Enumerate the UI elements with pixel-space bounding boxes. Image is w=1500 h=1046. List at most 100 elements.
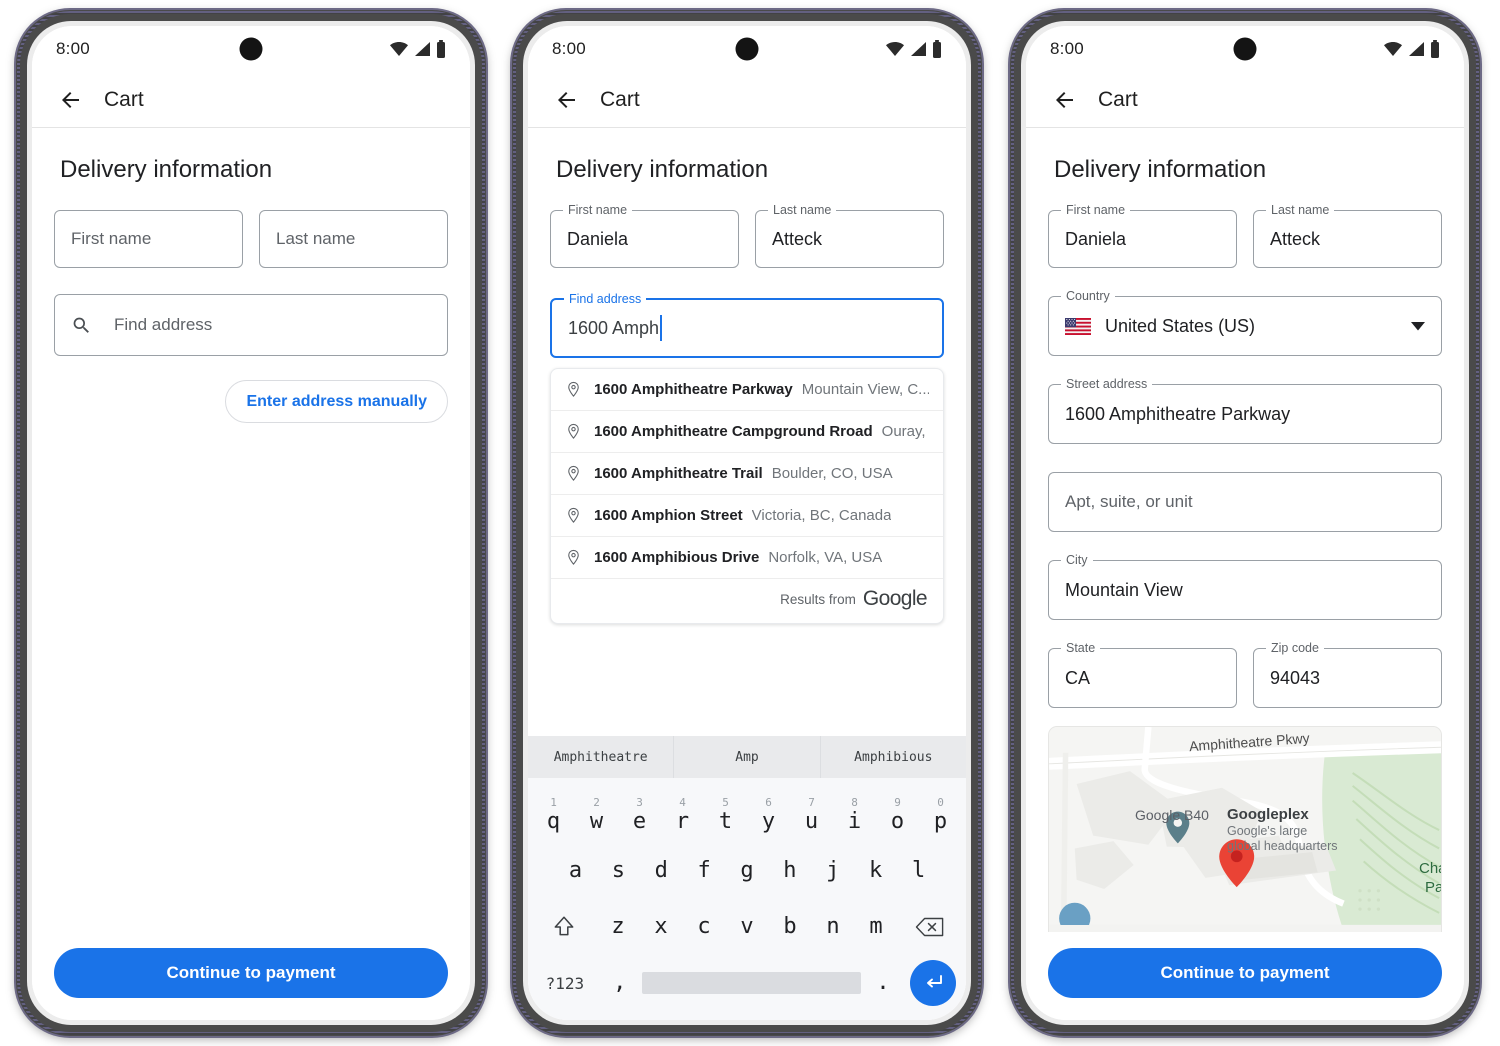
spacebar	[641, 972, 862, 994]
key-num: 2	[593, 795, 600, 809]
enter-address-manually-button[interactable]: Enter address manually	[225, 380, 448, 423]
state-field[interactable]: State CA	[1048, 641, 1237, 708]
key-w[interactable]: 2w	[575, 788, 618, 842]
key-y[interactable]: 6y	[747, 788, 790, 842]
phone-screen-3: 8:00 Cart Delivery information First nam…	[1021, 21, 1469, 1025]
suggestion-main: 1600 Amphitheatre Trail	[594, 465, 763, 482]
list-item[interactable]: 1600 Amphitheatre Trail Boulder, CO, USA	[551, 453, 943, 495]
period-key[interactable]: .	[861, 956, 905, 1010]
key-m[interactable]: m	[855, 900, 898, 954]
key-char: x	[654, 914, 668, 939]
key-char: i	[847, 808, 862, 834]
space-key[interactable]	[641, 956, 862, 1010]
key-k[interactable]: k	[854, 844, 897, 898]
continue-to-payment-button[interactable]: Continue to payment	[1048, 948, 1442, 998]
key-v[interactable]: v	[726, 900, 769, 954]
key-g[interactable]: g	[726, 844, 769, 898]
key-d[interactable]: d	[640, 844, 683, 898]
us-flag-icon	[1065, 317, 1091, 335]
backspace-key[interactable]	[898, 900, 963, 954]
key-f[interactable]: f	[683, 844, 726, 898]
city-field[interactable]: City Mountain View	[1048, 553, 1442, 620]
country-select[interactable]: Country United States (US)	[1048, 289, 1442, 356]
chevron-down-icon[interactable]	[1411, 321, 1425, 331]
shift-key[interactable]	[532, 900, 597, 954]
back-button[interactable]	[52, 81, 90, 119]
suggestion-sub: Boulder, CO, USA	[771, 465, 893, 482]
list-item[interactable]: 1600 Amphitheatre Campground Rroad Ouray…	[551, 411, 943, 453]
footer-3: Continue to payment	[1026, 932, 1464, 1020]
key-x[interactable]: x	[640, 900, 683, 954]
back-button[interactable]	[1046, 81, 1084, 119]
status-icons	[1383, 40, 1440, 58]
last-name-field[interactable]: Last name Atteck	[755, 203, 944, 268]
zip-field[interactable]: Zip code 94043	[1253, 641, 1442, 708]
apt-field[interactable]: Apt, suite, or unit	[1048, 472, 1442, 532]
attribution-text: Results from	[780, 591, 856, 607]
keyboard-suggestion[interactable]: Amp	[674, 736, 821, 778]
key-t[interactable]: 5t	[704, 788, 747, 842]
key-j[interactable]: j	[811, 844, 854, 898]
phone-mockup-1: 8:00 Cart Delivery information First nam…	[16, 10, 486, 1036]
key-char: b	[783, 914, 797, 939]
backspace-icon	[915, 917, 944, 937]
list-item[interactable]: 1600 Amphibious Drive Norfolk, VA, USA	[551, 537, 943, 579]
suggestion-main: 1600 Amphion Street	[594, 507, 743, 524]
key-c[interactable]: c	[683, 900, 726, 954]
continue-to-payment-button[interactable]: Continue to payment	[54, 948, 448, 998]
phone-mockup-3: 8:00 Cart Delivery information First nam…	[1010, 10, 1480, 1036]
key-e[interactable]: 3e	[618, 788, 661, 842]
wifi-icon	[1384, 42, 1402, 56]
city-value: Mountain View	[1065, 579, 1183, 600]
back-button[interactable]	[548, 81, 586, 119]
battery-icon	[437, 40, 445, 58]
key-i[interactable]: 8i	[833, 788, 876, 842]
comma-key[interactable]: ,	[598, 956, 642, 1010]
last-name-field[interactable]: Last name Atteck	[1253, 203, 1442, 268]
status-icons	[389, 40, 446, 58]
apt-placeholder: Apt, suite, or unit	[1065, 492, 1193, 511]
key-o[interactable]: 9o	[876, 788, 919, 842]
key-z[interactable]: z	[597, 900, 640, 954]
key-u[interactable]: 7u	[790, 788, 833, 842]
key-r[interactable]: 4r	[661, 788, 704, 842]
key-num: 5	[722, 795, 729, 809]
key-char: ?123	[545, 973, 585, 993]
app-bar: Cart	[528, 72, 966, 128]
key-char: s	[611, 858, 625, 883]
first-name-field[interactable]: First name	[54, 210, 243, 268]
keyboard-suggestion[interactable]: Amphitheatre	[528, 736, 675, 778]
key-p[interactable]: 0p	[919, 788, 962, 842]
first-name-value: Daniela	[567, 228, 629, 249]
first-name-field[interactable]: First name Daniela	[1048, 203, 1237, 268]
key-a[interactable]: a	[554, 844, 597, 898]
keyboard-suggestion[interactable]: Amphibious	[821, 736, 966, 778]
street-address-field[interactable]: Street address 1600 Amphitheatre Parkway	[1048, 377, 1442, 444]
symbols-key[interactable]: ?123	[532, 956, 598, 1010]
find-address-label: Find address	[564, 292, 647, 306]
key-n[interactable]: n	[812, 900, 855, 954]
map-preview[interactable]: Amphitheatre Pkwy Google B40 Googleplex …	[1048, 726, 1442, 932]
map-graphic	[1049, 727, 1441, 925]
page-title: Delivery information	[60, 156, 273, 183]
state-label: State	[1061, 641, 1101, 655]
first-name-field[interactable]: First name Daniela	[550, 203, 739, 268]
key-s[interactable]: s	[597, 844, 640, 898]
key-l[interactable]: l	[897, 844, 940, 898]
key-num: 7	[808, 795, 815, 809]
key-char: y	[761, 808, 776, 834]
key-b[interactable]: b	[769, 900, 812, 954]
key-q[interactable]: 1q	[532, 788, 575, 842]
key-h[interactable]: h	[768, 844, 811, 898]
location-pin-icon	[565, 549, 582, 566]
battery-icon	[933, 40, 941, 58]
find-address-field[interactable]: Find address	[54, 294, 448, 356]
key-char: k	[869, 858, 883, 883]
last-name-field[interactable]: Last name	[259, 210, 448, 268]
list-item[interactable]: 1600 Amphion Street Victoria, BC, Canada	[551, 495, 943, 537]
last-name-label: Last name	[768, 203, 837, 217]
list-item[interactable]: 1600 Amphitheatre Parkway Mountain View,…	[551, 369, 943, 411]
on-screen-keyboard: Amphitheatre Amp Amphibious 1q 2w 3e 4r …	[528, 736, 966, 1020]
find-address-field[interactable]: Find address 1600 Amph	[550, 292, 944, 358]
enter-key[interactable]	[905, 956, 962, 1010]
